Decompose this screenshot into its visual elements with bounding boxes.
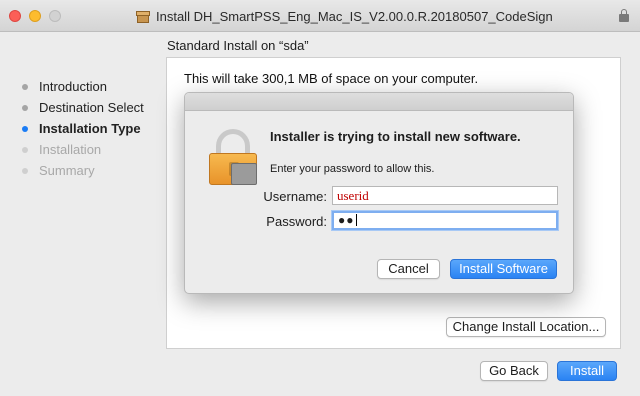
install-software-button[interactable]: Install Software: [450, 259, 557, 279]
step-dot-icon: [22, 167, 28, 174]
step-dot-icon: [22, 83, 28, 90]
package-icon: [136, 10, 150, 24]
close-window-button[interactable]: [9, 10, 21, 22]
minimize-window-button[interactable]: [29, 10, 41, 22]
step-installation: Installation: [22, 139, 162, 160]
text-caret: [355, 214, 357, 226]
package-icon: [231, 163, 257, 185]
dialog-titlebar: [185, 93, 573, 111]
password-field[interactable]: ●●: [332, 211, 558, 230]
password-mask: ●●: [338, 213, 355, 227]
step-dot-icon: [22, 104, 28, 111]
go-back-button[interactable]: Go Back: [480, 361, 548, 381]
section-title: Standard Install on “sda”: [167, 38, 309, 53]
username-field[interactable]: userid: [332, 186, 558, 205]
window-title-group: Install DH_SmartPSS_Eng_Mac_IS_V2.00.0.R…: [136, 8, 553, 25]
change-install-location-button[interactable]: Change Install Location...: [446, 317, 606, 337]
step-label: Summary: [39, 163, 95, 178]
auth-dialog: Installer is trying to install new softw…: [184, 92, 574, 294]
step-label: Introduction: [39, 79, 107, 94]
dialog-subtitle: Enter your password to allow this.: [270, 163, 435, 175]
zoom-window-button[interactable]: [49, 10, 61, 22]
window-titlebar: Install DH_SmartPSS_Eng_Mac_IS_V2.00.0.R…: [0, 0, 640, 32]
window-title: Install DH_SmartPSS_Eng_Mac_IS_V2.00.0.R…: [156, 9, 553, 24]
step-label: Destination Select: [39, 100, 144, 115]
step-summary: Summary: [22, 160, 162, 181]
step-destination-select: Destination Select: [22, 97, 162, 118]
lock-icon[interactable]: [619, 9, 629, 22]
username-label: Username:: [263, 189, 327, 204]
cancel-button[interactable]: Cancel: [377, 259, 440, 279]
step-label: Installation Type: [39, 121, 141, 136]
lock-icon: [209, 129, 257, 187]
step-introduction: Introduction: [22, 76, 162, 97]
step-dot-icon: [22, 125, 28, 132]
step-label: Installation: [39, 142, 102, 157]
installer-steps-sidebar: Introduction Destination Select Installa…: [22, 76, 162, 181]
space-required-text: This will take 300,1 MB of space on your…: [184, 71, 479, 86]
install-button[interactable]: Install: [557, 361, 617, 381]
password-label: Password:: [266, 214, 327, 229]
dialog-title: Installer is trying to install new softw…: [270, 129, 521, 144]
step-installation-type: Installation Type: [22, 118, 162, 139]
step-dot-icon: [22, 146, 28, 153]
